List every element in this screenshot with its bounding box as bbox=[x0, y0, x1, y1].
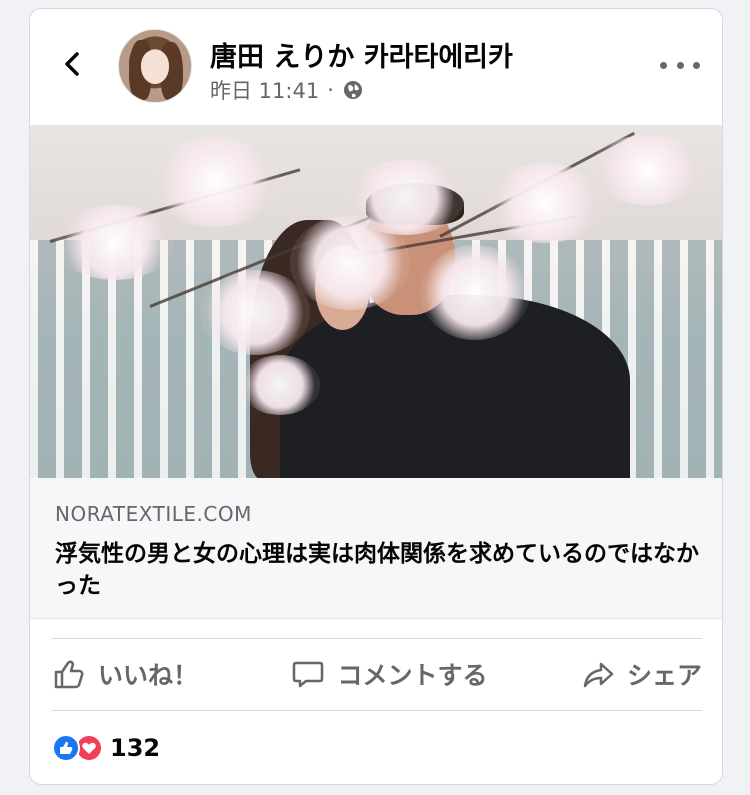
reactions-summary[interactable]: 132 bbox=[52, 734, 160, 762]
reaction-count: 132 bbox=[110, 734, 161, 762]
post-actions: いいね！ コメントする シェア bbox=[52, 639, 702, 709]
photo-blossom bbox=[55, 205, 175, 280]
comment-icon bbox=[293, 661, 324, 688]
action-divider-bottom bbox=[52, 710, 702, 711]
photo-blossom bbox=[590, 135, 705, 205]
photo-blossom bbox=[420, 245, 530, 340]
more-dot-icon bbox=[693, 61, 700, 69]
link-headline: 浮気性の男と女の心理は実は肉体関係を求めているのではなかった bbox=[55, 541, 699, 599]
link-preview-box[interactable]: NORATEXTILE.COM 浮気性の男と女の心理は実は肉体関係を求めているの… bbox=[30, 478, 722, 619]
like-label: いいね！ bbox=[98, 661, 199, 690]
comment-button[interactable]: コメントする bbox=[291, 656, 488, 692]
comment-label: コメントする bbox=[337, 661, 488, 690]
photo-blossom bbox=[200, 270, 310, 355]
share-label: シェア bbox=[626, 661, 702, 690]
share-icon bbox=[583, 662, 614, 688]
more-dot-icon bbox=[660, 61, 667, 69]
post-header: 唐田 えりか 카라타에리카 昨日 11:41 · bbox=[30, 9, 722, 125]
globe-icon bbox=[343, 81, 362, 99]
more-options-button[interactable] bbox=[660, 55, 700, 75]
meta-separator: · bbox=[327, 78, 334, 102]
link-preview-image[interactable] bbox=[30, 125, 722, 478]
chevron-left-icon bbox=[65, 52, 79, 76]
thumbs-up-icon bbox=[54, 660, 84, 689]
avatar[interactable] bbox=[118, 29, 192, 103]
photo-blossom bbox=[485, 163, 605, 243]
post-meta: 昨日 11:41 · bbox=[210, 75, 364, 105]
timestamp[interactable]: 昨日 11:41 bbox=[210, 75, 319, 105]
link-domain: NORATEXTILE.COM bbox=[55, 502, 252, 526]
back-button[interactable] bbox=[56, 47, 90, 81]
like-reaction-icon bbox=[52, 734, 80, 762]
more-dot-icon bbox=[676, 61, 684, 69]
photo-blossom bbox=[240, 355, 320, 415]
post-card: 唐田 えりか 카라타에리카 昨日 11:41 · NORATEXTILE.COM… bbox=[29, 8, 723, 785]
photo-blossom bbox=[345, 160, 465, 235]
photo-blossom bbox=[150, 137, 280, 227]
like-button[interactable]: いいね！ bbox=[52, 656, 198, 692]
author-name[interactable]: 唐田 えりか 카라타에리카 bbox=[210, 35, 513, 74]
avatar-face bbox=[141, 50, 169, 84]
share-button[interactable]: シェア bbox=[581, 656, 702, 692]
